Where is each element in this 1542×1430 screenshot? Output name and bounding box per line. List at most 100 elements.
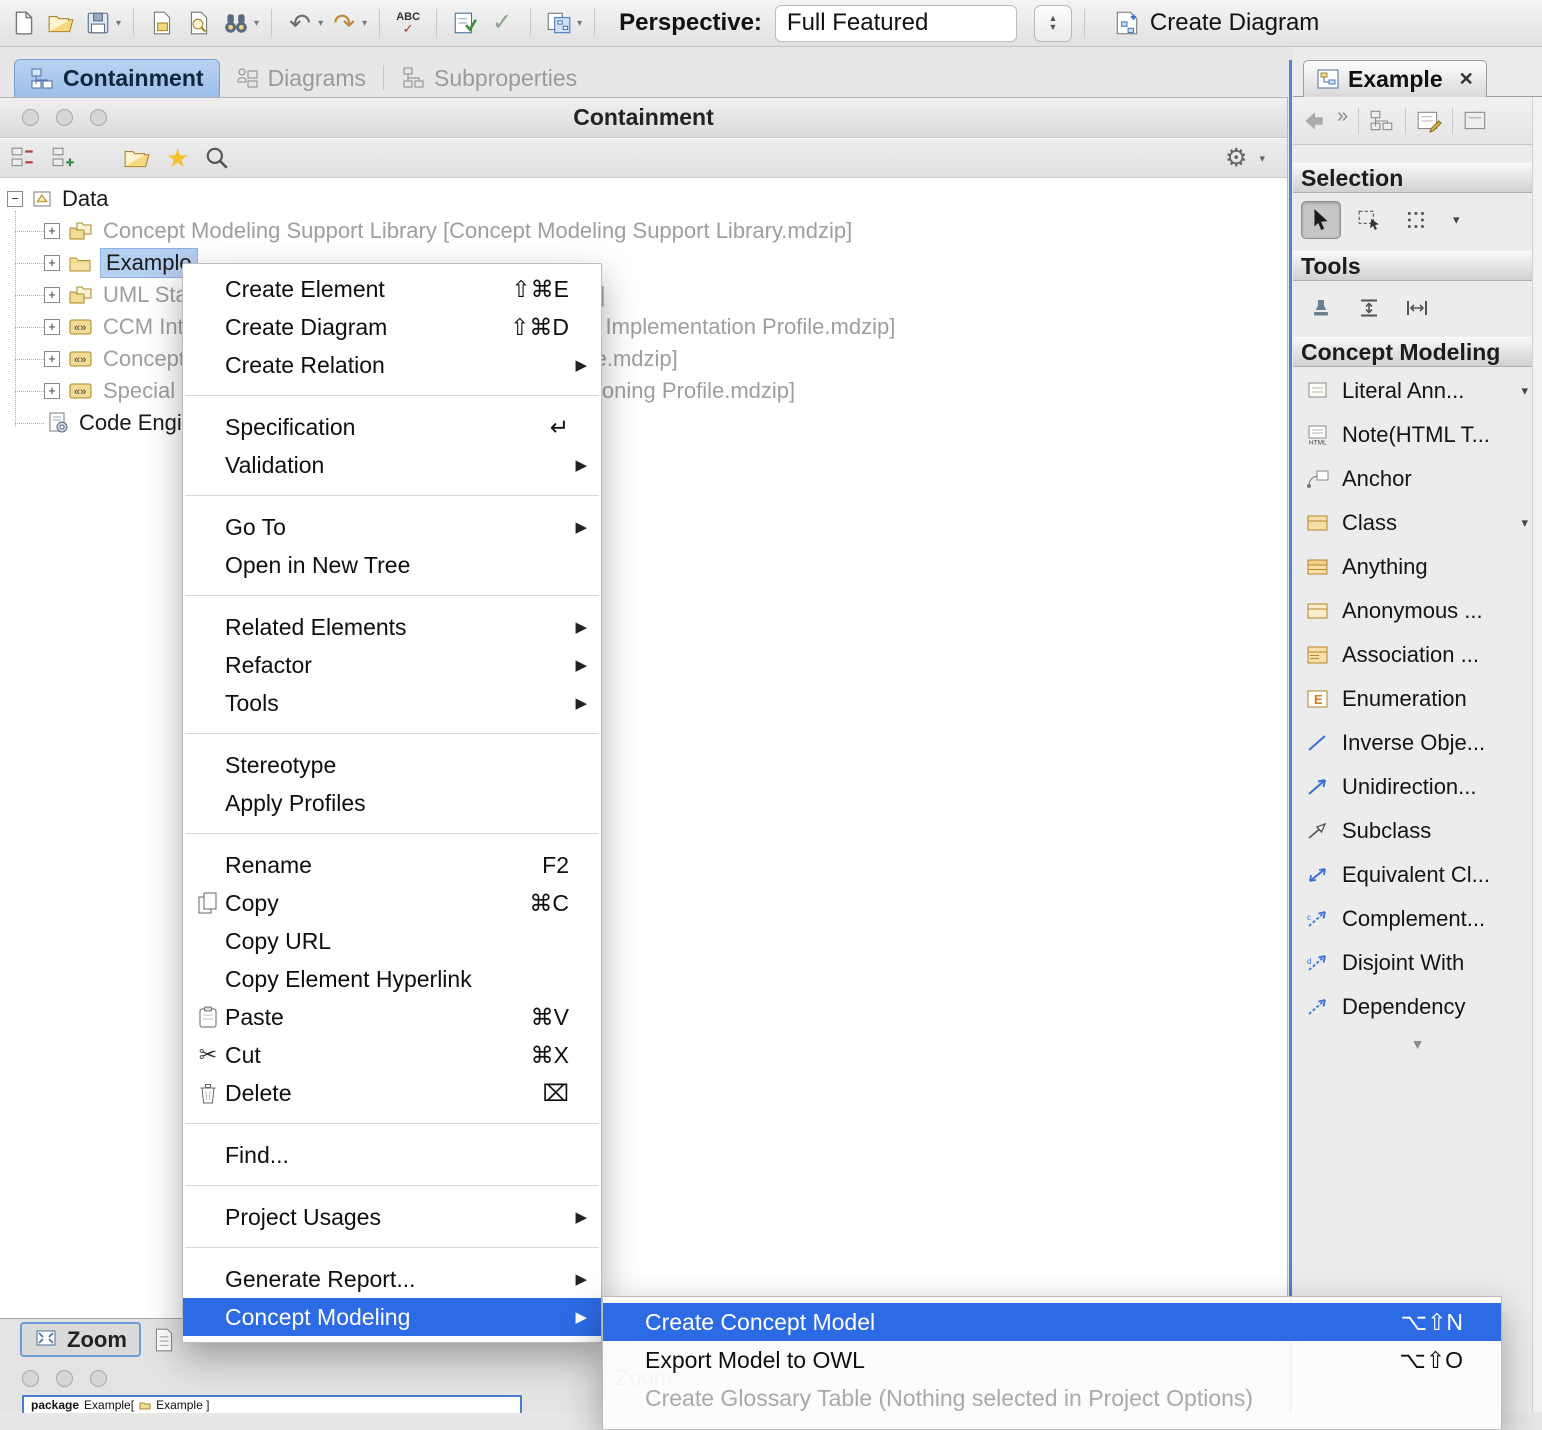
check-model-button[interactable]: ✓ <box>486 4 518 42</box>
save-project-button[interactable] <box>82 4 114 42</box>
expand-toggle-icon[interactable]: + <box>44 223 60 239</box>
back-arrow-icon[interactable] <box>1301 109 1327 133</box>
menu-item-specification[interactable]: Specification↵ <box>183 408 601 446</box>
palette-item-equivalent-class[interactable]: Equivalent Cl... <box>1293 853 1542 897</box>
show-containment-icon[interactable] <box>1369 109 1395 133</box>
panel-split-divider[interactable] <box>1289 60 1292 1412</box>
copy-diagram-button[interactable] <box>543 4 575 42</box>
menu-item-refactor[interactable]: Refactor▶ <box>183 646 601 684</box>
tab-subproperties[interactable]: Subproperties <box>386 59 592 97</box>
expand-toggle-icon[interactable]: + <box>44 383 60 399</box>
palette-scroll-down-button[interactable]: ▼ <box>1293 1029 1542 1059</box>
tree-item-data[interactable]: − Data <box>0 183 1287 215</box>
lasso-select-button[interactable] <box>1397 201 1437 239</box>
menu-item-open-in-new-tree[interactable]: Open in New Tree <box>183 546 601 584</box>
favorites-star-icon[interactable]: ★ <box>166 145 189 171</box>
palette-item-complement[interactable]: c Complement... <box>1293 897 1542 941</box>
redo-button[interactable]: ↷ <box>328 4 360 42</box>
perspective-stepper[interactable]: ▲ ▼ <box>1034 5 1072 42</box>
menu-item-copy[interactable]: Copy⌘C <box>183 884 601 922</box>
palette-item-enumeration[interactable]: E Enumeration <box>1293 677 1542 721</box>
distribute-vertical-button[interactable] <box>1349 289 1389 327</box>
palette-item-dependency[interactable]: Dependency <box>1293 985 1542 1029</box>
palette-item-unidirectional[interactable]: Unidirection... <box>1293 765 1542 809</box>
menu-item-tools[interactable]: Tools▶ <box>183 684 601 722</box>
window-dot[interactable] <box>90 1370 107 1387</box>
open-in-tree-icon[interactable] <box>123 146 151 170</box>
window-dot[interactable] <box>22 1370 39 1387</box>
menu-item-apply-profiles[interactable]: Apply Profiles <box>183 784 601 822</box>
window-dot[interactable] <box>90 109 107 126</box>
window-dot[interactable] <box>56 1370 73 1387</box>
expand-toggle-icon[interactable]: + <box>44 287 60 303</box>
expand-toggle-icon[interactable]: + <box>44 255 60 271</box>
options-dropdown-icon[interactable]: ▾ <box>1259 152 1265 165</box>
tools-section-header[interactable]: Tools <box>1293 251 1542 281</box>
menu-item-create-diagram[interactable]: Create Diagram⇧⌘D <box>183 308 601 346</box>
menu-item-create-relation[interactable]: Create Relation▶ <box>183 346 601 384</box>
menu-item-create-element[interactable]: Create Element⇧⌘E <box>183 270 601 308</box>
menu-item-generate-report[interactable]: Generate Report...▶ <box>183 1260 601 1298</box>
collapse-toggle-icon[interactable]: − <box>7 191 23 207</box>
palette-item-subclass[interactable]: Subclass <box>1293 809 1542 853</box>
menu-item-concept-modeling[interactable]: Concept Modeling▶ <box>183 1298 601 1336</box>
palette-item-literal-annotation[interactable]: Literal Ann... ▾ <box>1293 369 1542 413</box>
submenu-item-create-concept-model[interactable]: Create Concept Model ⌥⇧N <box>603 1303 1501 1341</box>
selection-section-header[interactable]: Selection <box>1293 163 1542 193</box>
expand-toggle-icon[interactable]: + <box>44 351 60 367</box>
tree-item-support-library[interactable]: + Concept Modeling Support Library [Conc… <box>0 215 1287 247</box>
palette-item-inverse-object[interactable]: Inverse Obje... <box>1293 721 1542 765</box>
menu-item-project-usages[interactable]: Project Usages▶ <box>183 1198 601 1236</box>
diagram-properties-icon[interactable] <box>1416 109 1442 133</box>
right-scrollbar-track[interactable] <box>1532 97 1542 1412</box>
chevron-down-icon[interactable]: ▾ <box>1521 383 1528 399</box>
menu-item-rename[interactable]: RenameF2 <box>183 846 601 884</box>
concept-modeling-section-header[interactable]: Concept Modeling <box>1293 337 1542 367</box>
submenu-item-export-model-to-owl[interactable]: Export Model to OWL ⌥⇧O <box>603 1341 1501 1379</box>
find-button[interactable] <box>220 4 252 42</box>
tab-diagrams[interactable]: Diagrams <box>220 59 381 97</box>
undo-button[interactable]: ↶ <box>284 4 316 42</box>
clipped-toolbar-icon[interactable] <box>1463 109 1489 133</box>
palette-item-note-html[interactable]: HTML Note(HTML T... <box>1293 413 1542 457</box>
redo-dropdown-icon[interactable]: ▾ <box>362 18 367 29</box>
undo-dropdown-icon[interactable]: ▾ <box>318 18 323 29</box>
palette-item-disjoint-with[interactable]: d Disjoint With <box>1293 941 1542 985</box>
stamp-tool-button[interactable] <box>1301 289 1341 327</box>
palette-item-anything[interactable]: Anything <box>1293 545 1542 589</box>
window-dot[interactable] <box>56 109 73 126</box>
menu-item-copy-url[interactable]: Copy URL <box>183 922 601 960</box>
zoom-tab[interactable]: Zoom <box>20 1322 141 1357</box>
open-project-button[interactable] <box>45 4 77 42</box>
menu-item-copy-element-hyperlink[interactable]: Copy Element Hyperlink <box>183 960 601 998</box>
pointer-tool-button[interactable] <box>1301 201 1341 239</box>
menu-item-delete[interactable]: Delete⌧ <box>183 1074 601 1112</box>
gear-icon[interactable]: ⚙ <box>1225 146 1247 171</box>
perspective-select[interactable]: Full Featured <box>775 5 1017 42</box>
window-dot[interactable] <box>22 109 39 126</box>
palette-item-class[interactable]: Class ▾ <box>1293 501 1542 545</box>
palette-item-anonymous[interactable]: Anonymous ... <box>1293 589 1542 633</box>
menu-item-related-elements[interactable]: Related Elements▶ <box>183 608 601 646</box>
tab-containment[interactable]: Containment <box>14 59 220 97</box>
search-icon[interactable] <box>204 145 230 171</box>
chevron-down-icon[interactable]: ▾ <box>1521 515 1528 531</box>
documentation-tab[interactable] <box>152 1327 176 1353</box>
selection-dropdown-icon[interactable]: ▾ <box>1453 212 1460 228</box>
find-dropdown-icon[interactable]: ▾ <box>254 18 259 29</box>
collapse-all-icon[interactable] <box>10 146 36 170</box>
menu-item-find[interactable]: Find... <box>183 1136 601 1174</box>
menu-item-stereotype[interactable]: Stereotype <box>183 746 601 784</box>
chevrons-icon[interactable]: » <box>1337 106 1348 126</box>
copy-diagram-dropdown-icon[interactable]: ▾ <box>577 18 582 29</box>
validate-button[interactable] <box>449 4 481 42</box>
marquee-select-button[interactable] <box>1349 201 1389 239</box>
new-project-button[interactable] <box>8 4 40 42</box>
menu-item-go-to[interactable]: Go To▶ <box>183 508 601 546</box>
palette-item-association[interactable]: Association ... <box>1293 633 1542 677</box>
diagram-preview[interactable]: package Example[ Example ] <box>22 1395 522 1413</box>
spell-check-button[interactable]: ABC ✓ <box>392 4 424 42</box>
close-icon[interactable]: ✕ <box>1459 69 1474 90</box>
tab-example-diagram[interactable]: Example ✕ <box>1303 60 1487 97</box>
expand-toggle-icon[interactable]: + <box>44 319 60 335</box>
